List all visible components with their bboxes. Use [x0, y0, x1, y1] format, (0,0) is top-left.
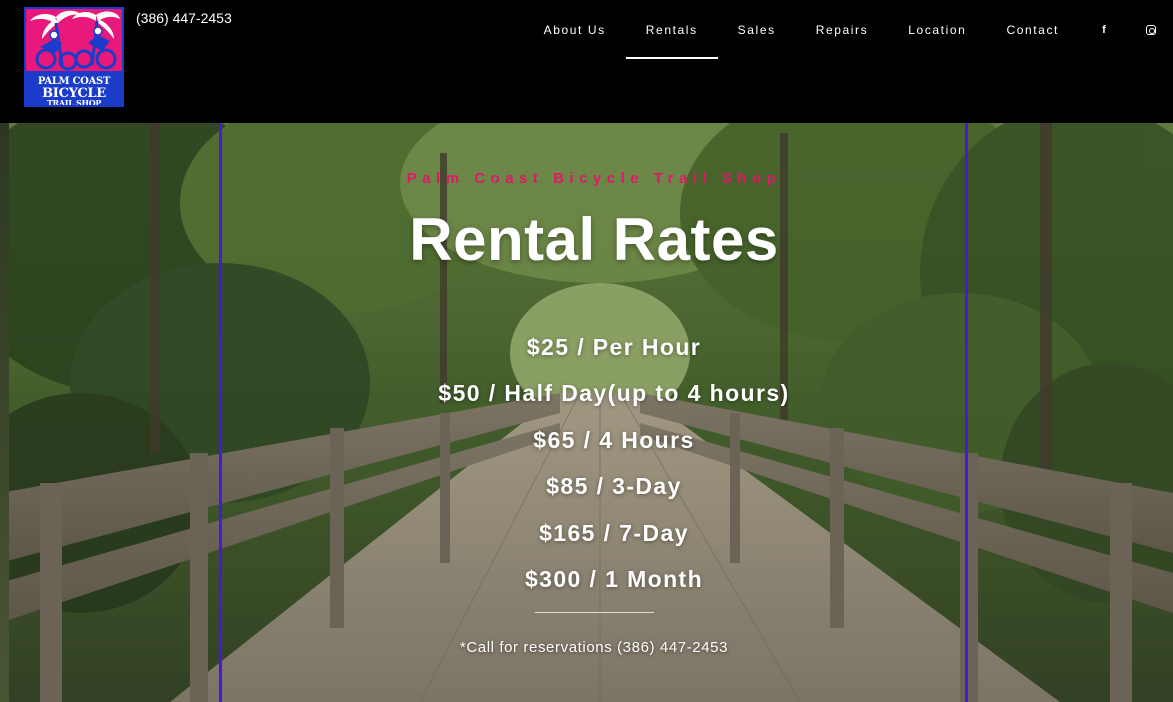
instagram-icon[interactable]: [1129, 0, 1173, 60]
nav-item-location[interactable]: Location: [888, 0, 986, 60]
main-nav: About Us Rentals Sales Repairs Location …: [524, 0, 1173, 60]
rate-item: $65 / 4 Hours: [533, 426, 695, 453]
rate-item: $85 / 3-Day: [546, 473, 682, 500]
header-phone-number[interactable]: (386) 447-2453: [136, 10, 232, 26]
divider: [535, 612, 654, 613]
page-title: Rental Rates: [409, 206, 779, 273]
rate-item: $50 / Half Day(up to 4 hours): [438, 380, 790, 407]
rate-item: $25 / Per Hour: [526, 334, 702, 360]
nav-item-rentals[interactable]: Rentals: [625, 0, 718, 60]
nav-item-repairs[interactable]: Repairs: [796, 0, 889, 60]
facebook-icon[interactable]: f: [1079, 0, 1129, 60]
instagram-glyph: [1146, 25, 1156, 35]
reservation-note: *Call for reservations (386) 447-2453: [459, 639, 729, 656]
rate-item: $165 / 7-Day: [539, 519, 689, 546]
rate-list: $25 / Per Hour $50 / Half Day(up to 4 ho…: [0, 329, 1173, 607]
site-header: PALM COAST BICYCLE TRAIL SHOP (386) 447-…: [0, 0, 1173, 123]
nav-item-sales[interactable]: Sales: [718, 0, 796, 60]
rate-item: $300 / 1 Month: [524, 565, 704, 592]
logo-line-3: TRAIL SHOP: [46, 98, 102, 107]
hero-section: Palm Coast Bicycle Trail Shop Rental Rat…: [0, 123, 1173, 702]
nav-item-contact[interactable]: Contact: [986, 0, 1079, 60]
site-logo[interactable]: PALM COAST BICYCLE TRAIL SHOP: [24, 7, 124, 107]
facebook-glyph: f: [1102, 24, 1106, 36]
hero-eyebrow: Palm Coast Bicycle Trail Shop: [406, 170, 782, 187]
nav-item-about-us[interactable]: About Us: [524, 0, 626, 60]
